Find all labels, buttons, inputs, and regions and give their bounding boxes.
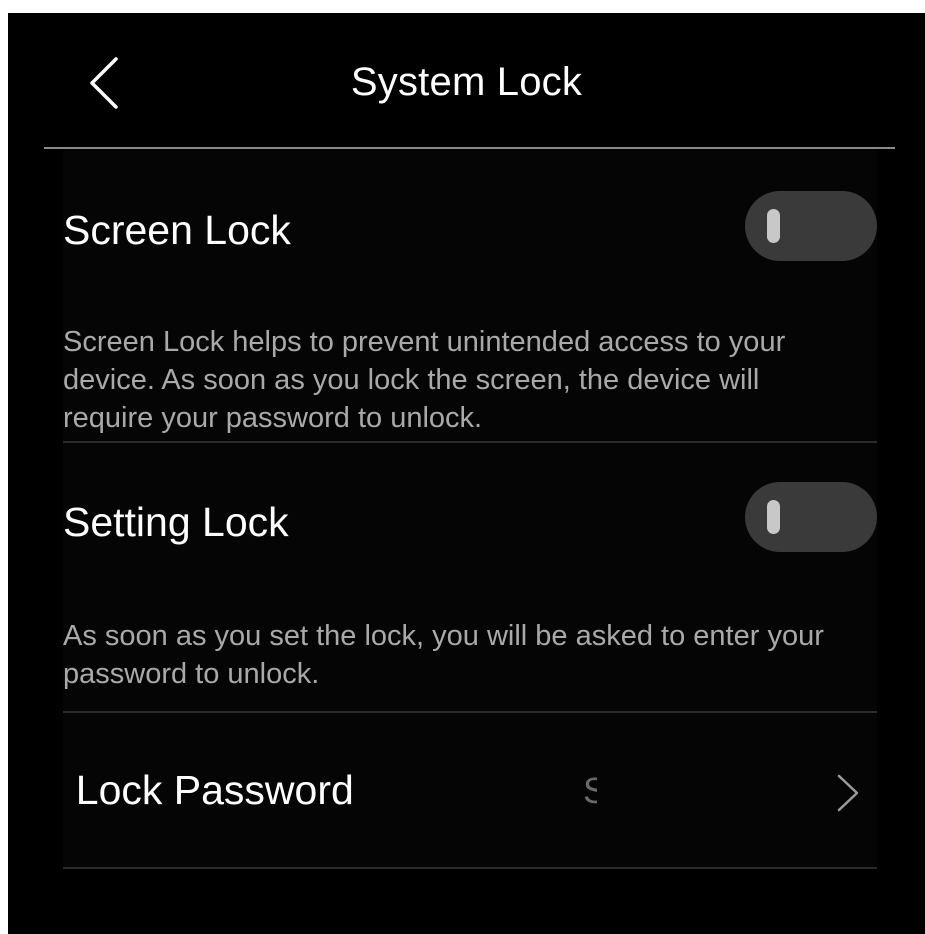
- chevron-right-icon: [837, 774, 859, 812]
- setting-lock-toggle[interactable]: [745, 482, 877, 552]
- header-bar: System Lock: [8, 13, 925, 147]
- settings-list: Screen Lock Screen Lock helps to prevent…: [63, 149, 877, 869]
- lock-password-label: ı Lock Password: [63, 767, 354, 813]
- system-lock-screen: System Lock Screen Lock Screen Lock help…: [8, 13, 925, 934]
- divider: [63, 867, 877, 869]
- lock-password-value: S: [583, 770, 597, 811]
- lock-password-row[interactable]: ı Lock Password S: [63, 713, 877, 867]
- toggle-knob: [767, 209, 780, 243]
- screen-lock-label: Screen Lock: [63, 207, 291, 253]
- page-title: System Lock: [350, 60, 583, 104]
- setting-lock-label: Setting Lock: [63, 499, 289, 545]
- setting-lock-row: Setting Lock As soon as you set the lock…: [63, 443, 877, 711]
- toggle-knob: [767, 500, 780, 534]
- setting-lock-description: As soon as you set the lock, you will be…: [63, 620, 824, 690]
- screen-lock-row: Screen Lock Screen Lock helps to prevent…: [63, 149, 877, 441]
- screen-lock-toggle[interactable]: [745, 191, 877, 261]
- screen-lock-description: Screen Lock helps to prevent unintended …: [63, 326, 786, 434]
